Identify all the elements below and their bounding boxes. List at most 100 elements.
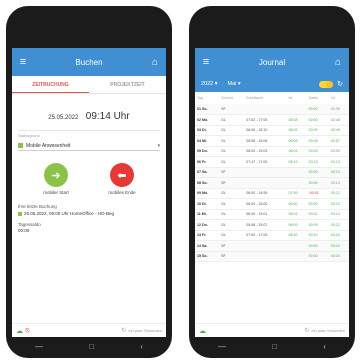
menu-icon[interactable]: ≡ [195, 56, 217, 68]
cell-day: 10 Di. [195, 198, 220, 210]
arrow-left-icon[interactable]: ⬅ [110, 163, 134, 187]
back-button[interactable]: — [218, 342, 226, 351]
cell-time [244, 240, 287, 252]
tab-projektzeit[interactable]: PROJEKTZEIT [89, 76, 166, 93]
cell-ist: 08:00 [286, 198, 307, 210]
cell-inf: 03:12 [328, 188, 349, 199]
cell-ist [286, 104, 307, 115]
col-tag: Tag [197, 96, 203, 100]
table-row[interactable]: 15 So. SF 00:00 03:24 [195, 251, 349, 262]
cell-ist [286, 167, 307, 178]
menu-icon[interactable]: ≡ [12, 56, 34, 68]
booking-appbar: ≡ Buchen ⌂ [12, 48, 166, 76]
cell-day: 09 Mo. [195, 188, 220, 199]
cell-time [244, 167, 287, 178]
cell-shift: GL [219, 198, 245, 210]
back-button[interactable]: — [35, 342, 43, 351]
cell-inf: 03:13 [328, 177, 349, 189]
last-booking-text: 25.05.2022, 09:00 Uhr HomeOffice - HO-Be… [24, 211, 114, 216]
cell-time: 06:00 - 14:59 [244, 188, 287, 199]
cell-shift: SF [219, 104, 245, 115]
cell-day: 07 Sa. [195, 167, 220, 178]
cell-saldo: -00:01 [306, 188, 329, 199]
cell-time: 06:00 - 15:00 [244, 198, 287, 210]
cell-shift: GL [219, 135, 245, 147]
status-label: Statusgrund [18, 133, 40, 138]
cell-time: 07:52 - 17:00 [244, 114, 287, 126]
table-row[interactable]: 02 Mo. GL 07:52 - 17:00 08:08 00:00 02:48 [195, 114, 349, 126]
cell-inf: 03:24 [328, 240, 349, 252]
table-row[interactable]: 06 Fr. GL 07:47 - 17:00 08:13 00:13 03:13 [195, 156, 349, 168]
recent-button[interactable]: ‹ [140, 342, 143, 351]
table-row[interactable]: 04 Mi. GL 05:58 - 15:06 08:08 00:08 02:57 [195, 135, 349, 147]
cell-time: 05:58 - 15:06 [244, 135, 287, 147]
mobile-end-button[interactable]: ⬅ mobiles Ende [99, 163, 145, 195]
refresh-icon: ↻ [121, 328, 127, 334]
cell-time: 07:50 - 17:00 [244, 230, 287, 241]
last-booking-entry: 25.05.2022, 09:00 Uhr HomeOffice - HO-Be… [18, 211, 160, 216]
table-row[interactable]: 09 Mo. GL 06:00 - 14:59 07:59 -00:01 03:12 [195, 188, 349, 199]
cell-saldo: 00:09 [306, 219, 329, 231]
toggle-switch[interactable] [319, 80, 334, 88]
home-button[interactable]: □ [272, 342, 277, 351]
refresh-icon[interactable]: ↻ [337, 80, 343, 88]
table-row[interactable]: 11 Mi. GL 06:00 - 15:01 08:01 00:01 03:13 [195, 209, 349, 220]
refresh-icon: ↻ [304, 328, 310, 334]
cell-inf: 03:13 [328, 209, 349, 220]
table-row[interactable]: 10 Di. GL 06:00 - 15:00 08:00 00:00 03:12 [195, 198, 349, 210]
home-icon[interactable]: ⌂ [327, 57, 349, 68]
table-row[interactable]: 03 Di. GL 06:06 - 15:10 08:02 00:02 02:49 [195, 125, 349, 136]
cell-saldo: 00:00 [306, 198, 329, 210]
cell-shift: GL [219, 230, 245, 241]
cell-day: 12 Do. [195, 219, 220, 231]
cell-saldo: 00:02 [306, 125, 329, 136]
table-row[interactable]: 07 Sa. SF 00:00 03:13 [195, 167, 349, 178]
arrow-right-icon[interactable]: ➜ [44, 163, 68, 187]
cell-day: 13 Fr. [195, 230, 220, 241]
cell-saldo: 00:08 [306, 135, 329, 147]
cell-shift: SF [219, 240, 245, 252]
cell-saldo: 00:00 [306, 177, 329, 189]
month-select[interactable]: Mai ▾ [228, 81, 241, 87]
phone-right: ≡ Journal ⌂ 2022 ▾ Mai ▾ ↻ Tag Schicht A… [189, 6, 355, 358]
year-select[interactable]: 2022 ▾ [201, 81, 218, 87]
mobile-end-label: mobiles Ende [108, 190, 136, 195]
home-button[interactable]: □ [89, 342, 94, 351]
status-select[interactable]: Mobile Anwesenheit ▾ [18, 141, 160, 151]
cell-saldo: 00:00 [306, 167, 329, 178]
chevron-down-icon: ▾ [157, 142, 160, 149]
cell-inf: 03:22 [328, 219, 349, 231]
status-color-icon [18, 143, 23, 148]
mobile-start-button[interactable]: ➜ mobiler Start [33, 163, 79, 195]
journal-appbar: ≡ Journal ⌂ [195, 48, 349, 76]
table-row[interactable]: 14 Sa. SF 00:00 03:24 [195, 240, 349, 252]
cloud-icon: ☁ [16, 327, 23, 335]
cell-shift: GL [219, 188, 245, 199]
cell-shift: GL [219, 156, 245, 168]
col-saldo: Saldo [308, 96, 318, 100]
col-arbeitszeit: Arbeitszeit [246, 96, 264, 100]
cell-inf: 03:13 [328, 167, 349, 178]
toggle-knob [326, 80, 334, 88]
table-row[interactable]: 13 Fr. GL 07:50 - 17:00 08:10 00:10 03:24 [195, 230, 349, 241]
tab-zeitbuchung[interactable]: ZEITBUCHUNG [12, 76, 89, 93]
cell-day: 11 Mi. [195, 209, 220, 220]
col-inf: Inf. [330, 96, 336, 100]
table-row[interactable]: 08 So. SF 00:00 03:13 [195, 177, 349, 189]
table-row[interactable]: 12 Do. GL 05:58 - 15:07 08:09 00:09 03:22 [195, 219, 349, 231]
cell-ist: 08:03 [286, 146, 307, 157]
table-header: Tag Schicht Arbeitszeit Ist Saldo Inf. [195, 92, 349, 104]
cell-day: 05 Do. [195, 146, 220, 157]
cell-time: 06:06 - 15:10 [244, 125, 287, 136]
table-row[interactable]: 01 So. SF 00:00 02:39 [195, 104, 349, 115]
journal-screen: ≡ Journal ⌂ 2022 ▾ Mai ▾ ↻ Tag Schicht A… [195, 48, 349, 337]
cell-shift: GL [219, 114, 245, 126]
cell-day: 03 Di. [195, 125, 220, 136]
recent-button[interactable]: ‹ [323, 342, 326, 351]
cell-inf: 02:57 [328, 135, 349, 147]
cell-saldo: 00:13 [306, 156, 329, 168]
table-row[interactable]: 05 Do. GL 06:00 - 15:03 08:03 00:03 03:00 [195, 146, 349, 157]
sync-status: ↻ ein paar Sekunden [121, 327, 162, 334]
home-icon[interactable]: ⌂ [144, 57, 166, 68]
cell-day: 14 Sa. [195, 240, 220, 252]
